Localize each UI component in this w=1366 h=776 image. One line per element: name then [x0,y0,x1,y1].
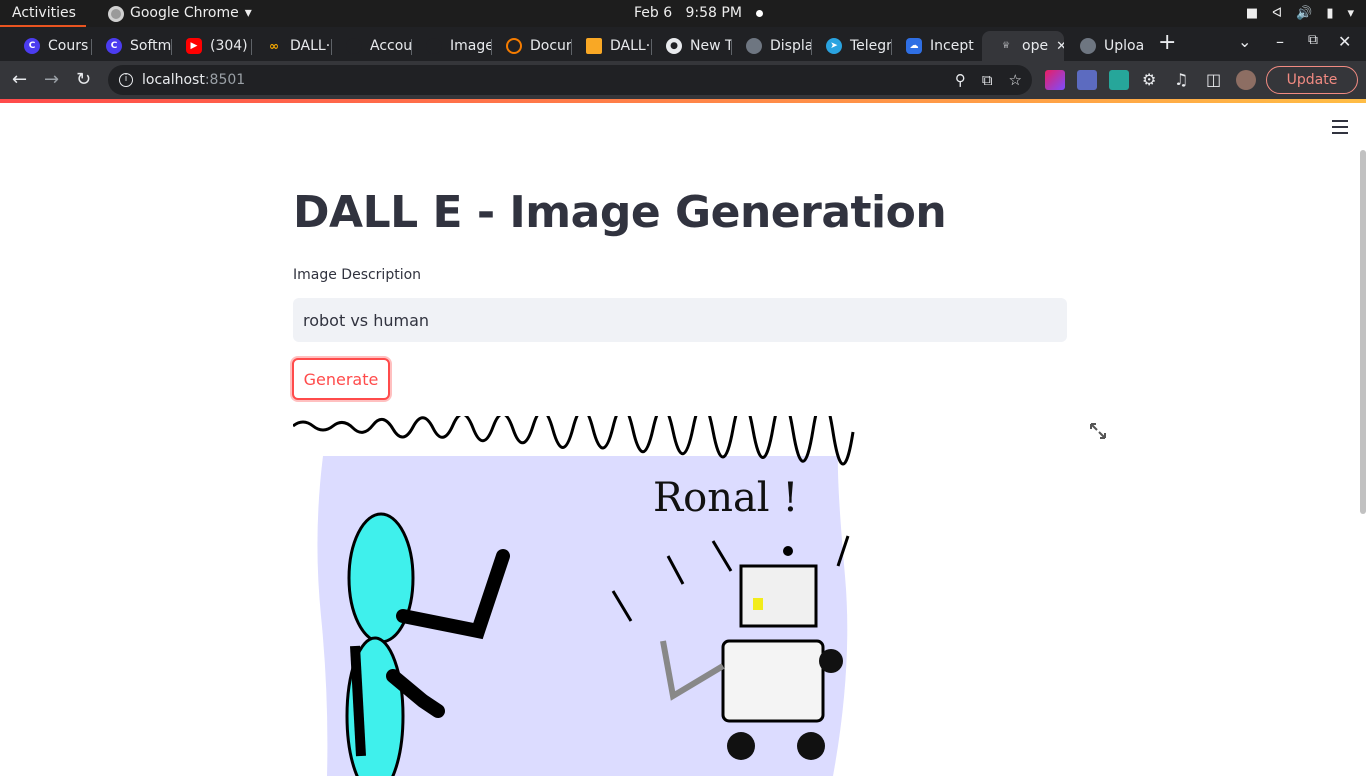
tab-label: DALL· [290,38,331,54]
tab-label: Docur [530,38,572,54]
tab[interactable]: ▶ (304) I [170,31,252,61]
github-icon [746,38,762,54]
tab-search-icon[interactable]: ⌄ [1238,32,1251,51]
generated-image-art: Ronal ! [293,416,856,776]
update-button[interactable]: Update [1266,66,1358,94]
dropdown-arrow-icon: ▾ [244,5,252,21]
date: Feb 6 [634,5,673,21]
tab[interactable]: C Softm [90,31,172,61]
address-bar[interactable]: i localhost:8501 ⚲ ⧉ ☆ [108,65,1032,95]
tab-label: Uploa [1104,38,1145,54]
github-icon [1080,38,1096,54]
bookmark-star-icon[interactable]: ☆ [1009,65,1022,95]
tab[interactable]: Displa [730,31,812,61]
tab-label: Incept [930,38,974,54]
puzzle-extensions-icon[interactable]: ⚙ [1142,69,1156,91]
colab-icon: ∞ [269,39,279,53]
tab-label: Softm [130,38,172,54]
restore-icon[interactable]: ⧉ [1308,32,1318,48]
new-tab-button[interactable]: + [1158,30,1176,55]
tab-label: New T [690,38,732,54]
image-caption-text: Ronal ! [653,475,798,521]
back-icon[interactable]: ← [12,69,27,91]
youtube-icon: ▶ [186,38,202,54]
media-control-icon[interactable]: ♫ [1174,69,1188,91]
share-icon[interactable]: ⧉ [982,65,993,95]
tab-label: ope [1022,38,1049,54]
os-top-bar: Activities Google Chrome ▾ Feb 6 9:58 PM… [0,0,1366,27]
minimize-icon[interactable]: – [1276,32,1284,51]
forward-icon[interactable]: → [44,69,59,91]
chrome-icon: ● [666,38,682,54]
activities-button[interactable]: Activities [0,0,88,27]
volume-icon: 🔊 [1296,6,1313,21]
profile-avatar[interactable] [1236,70,1256,90]
mail-extension-icon[interactable] [1109,70,1129,90]
tab[interactable]: ∞ DALL· [250,31,332,61]
close-window-icon[interactable]: ✕ [1338,32,1351,51]
tab[interactable]: C Cours [8,31,92,61]
time: 9:58 PM [685,5,742,21]
tab-active[interactable]: ♕ ope ✕ [982,31,1064,61]
system-tray[interactable]: ■ ᐊ 🔊 ▮ ▾ [1246,0,1354,27]
image-description-label: Image Description [293,267,422,283]
tab-label: Displa [770,38,812,54]
main-menu-icon[interactable] [1332,120,1348,138]
crown-icon: ♕ [1001,41,1011,51]
generated-image: Ronal ! [293,416,856,776]
side-panel-icon[interactable]: ◫ [1206,69,1221,91]
app-menu[interactable]: Google Chrome ▾ [108,0,252,27]
jupyter-icon [506,38,522,54]
site-icon: C [106,38,122,54]
app-name: Google Chrome [130,5,239,21]
url-host: localhost [142,72,205,88]
translate-extension-icon[interactable] [1077,70,1097,90]
battery-icon: ▮ [1326,6,1334,21]
tab[interactable]: ● New T [650,31,732,61]
app-page: DALL E - Image Generation Image Descript… [0,103,1366,776]
tab[interactable]: DALL· [570,31,652,61]
tab-label: (304) I [210,38,252,54]
close-tab-icon[interactable]: ✕ [1056,39,1064,54]
bluetooth-icon: ᐊ [1272,6,1283,21]
tab-label: Accou [370,38,412,54]
tab[interactable]: Accou [330,31,412,61]
tab-label: DALL· [610,38,651,54]
site-info-icon[interactable]: i [119,73,133,87]
tab[interactable]: Uploa [1064,31,1148,61]
zoom-icon[interactable]: ⚲ [955,65,966,95]
tab-label: Image [450,38,492,54]
tab[interactable]: Docur [490,31,572,61]
tab-label: Cours [48,38,89,54]
reload-icon[interactable]: ↻ [76,69,91,91]
page-scrollbar[interactable] [1360,150,1366,514]
browser-toolbar: ← → ↻ i localhost:8501 ⚲ ⧉ ☆ ⚙ ♫ ◫ Updat… [0,61,1366,99]
telegram-icon: ➤ [826,38,842,54]
network-icon: ■ [1245,6,1259,21]
extension-icon[interactable] [1045,70,1065,90]
tab[interactable]: ☁ Incept [890,31,980,61]
notification-dot-icon [756,9,764,17]
upload-cloud-icon: ☁ [906,38,922,54]
fullscreen-icon[interactable] [1089,422,1107,440]
coursera-icon: C [24,38,40,54]
tab[interactable]: Image [410,31,492,61]
tab[interactable]: ➤ Telegr [810,31,892,61]
system-menu-arrow-icon: ▾ [1347,6,1354,21]
omnibox-actions: ⚲ ⧉ ☆ [955,65,1022,95]
chrome-icon [108,5,124,22]
openai-icon [346,38,362,54]
book-icon [586,38,602,54]
generate-button[interactable]: Generate [292,358,390,400]
page-title: DALL E - Image Generation [293,187,947,238]
url-port: :8501 [204,72,246,88]
openai-icon [426,38,442,54]
image-description-input[interactable] [293,298,1067,342]
tab-label: Telegr [850,38,892,54]
clock[interactable]: Feb 6 9:58 PM [634,0,764,27]
